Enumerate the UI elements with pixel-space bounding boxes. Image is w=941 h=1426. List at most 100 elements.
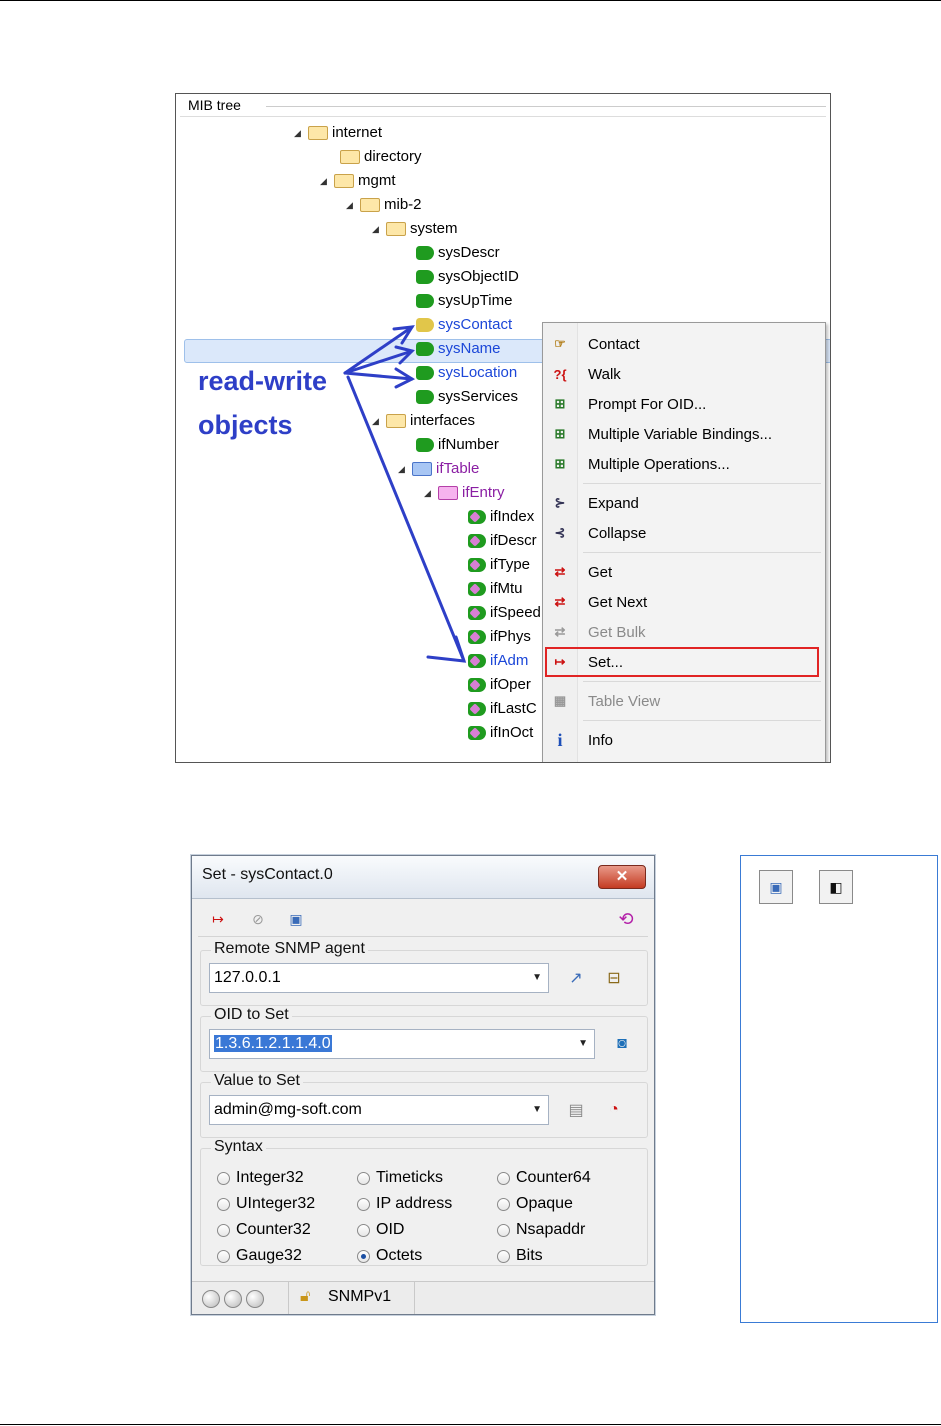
radio-button[interactable] xyxy=(357,1171,370,1185)
menu-item-label: Get Next xyxy=(588,593,648,611)
status-bar: 🔓︎ SNMPv1 xyxy=(192,1281,654,1314)
menu-separator xyxy=(583,681,821,682)
group-label: Remote SNMP agent xyxy=(211,940,368,958)
remote-agent-combo[interactable]: 127.0.0.1 ▼ xyxy=(209,963,549,993)
properties-button-icon[interactable]: ▣ xyxy=(759,870,793,904)
radio-button[interactable] xyxy=(497,1223,510,1237)
remote-agent-group: Remote SNMP agent 127.0.0.1 ▼ ↗ ⊟ xyxy=(200,940,648,1006)
menu-item-get[interactable]: ⇄ Get xyxy=(543,559,825,585)
syntax-ip-address[interactable]: IP address xyxy=(357,1195,452,1213)
options-button-icon[interactable]: ◧ xyxy=(819,870,853,904)
syntax-octets[interactable]: Octets xyxy=(357,1247,422,1265)
menu-item-walk[interactable]: ?{Walk xyxy=(543,361,825,387)
radio-button[interactable] xyxy=(357,1197,370,1211)
radio-button-selected[interactable] xyxy=(357,1249,370,1263)
combo-value: 1.3.6.1.2.1.1.4.0 xyxy=(214,1035,332,1052)
walk-icon: ?{ xyxy=(553,366,567,382)
syntax-integer32[interactable]: Integer32 xyxy=(217,1169,304,1187)
syntax-counter32[interactable]: Counter32 xyxy=(217,1221,311,1239)
get-next-icon: ⇄ xyxy=(554,594,566,609)
radio-button[interactable] xyxy=(217,1171,230,1185)
status-divider xyxy=(288,1282,289,1314)
menu-item-label: Prompt For OID... xyxy=(588,395,707,413)
menu-item-contact[interactable]: ☞ Contact xyxy=(543,331,825,357)
collapse-icon: ⊰ xyxy=(554,525,566,540)
menu-item-multi-ops[interactable]: ⊞ Multiple Operations... xyxy=(543,451,825,477)
value-group: Value to Set admin@mg-soft.com ▼ ▤ ◔ xyxy=(200,1072,648,1138)
radio-button[interactable] xyxy=(217,1223,230,1237)
agent-properties-icon[interactable]: ↗ xyxy=(563,965,589,991)
menu-item-table-view[interactable]: ▦ Table View xyxy=(543,688,825,714)
radio-label: Counter64 xyxy=(516,1169,591,1186)
menu-item-info[interactable]: i Info xyxy=(543,727,825,753)
contact-icon: ☞ xyxy=(554,336,566,351)
menu-item-expand[interactable]: ⊱ Expand xyxy=(543,490,825,516)
syntax-bits[interactable]: Bits xyxy=(497,1247,543,1265)
menu-item-label: Contact xyxy=(588,335,640,353)
radio-label: Gauge32 xyxy=(236,1247,302,1264)
bottom-rule xyxy=(0,1424,941,1425)
properties-icon[interactable]: ▣ xyxy=(284,908,308,930)
menu-item-label: Get xyxy=(588,563,613,581)
radio-label: Timeticks xyxy=(376,1169,443,1186)
menu-item-label: Get Bulk xyxy=(588,623,646,641)
chevron-down-icon[interactable]: ▼ xyxy=(578,1030,588,1058)
menu-item-collapse[interactable]: ⊰ Collapse xyxy=(543,520,825,546)
syntax-opaque[interactable]: Opaque xyxy=(497,1195,573,1213)
radio-button[interactable] xyxy=(357,1223,370,1237)
menu-item-prompt-oid[interactable]: ⊞ Prompt For OID... xyxy=(543,391,825,417)
chevron-down-icon[interactable]: ▼ xyxy=(532,1096,542,1124)
set-dialog: Set - sysContact.0 ✕ ↦ ⊘ ▣ ⟲ Remote SNMP… xyxy=(191,855,655,1315)
menu-item-get-next[interactable]: ⇄ Get Next xyxy=(543,589,825,615)
status-divider xyxy=(414,1282,415,1314)
menu-separator xyxy=(583,483,821,484)
menu-item-label: Info xyxy=(588,731,614,749)
syntax-uinteger32[interactable]: UInteger32 xyxy=(217,1195,315,1213)
snmp-version: SNMPv1 xyxy=(328,1288,392,1305)
get-icon: ⇄ xyxy=(554,564,566,579)
oid-group: OID to Set 1.3.6.1.2.1.1.4.0 ▼ ◙ xyxy=(200,1006,648,1072)
syntax-timeticks[interactable]: Timeticks xyxy=(357,1169,443,1187)
agent-tree-icon[interactable]: ⊟ xyxy=(601,965,627,991)
get-bulk-icon: ⇄ xyxy=(554,624,566,639)
oid-picker-icon[interactable]: ◙ xyxy=(609,1031,635,1057)
back-icon[interactable]: ⟲ xyxy=(614,908,638,930)
multi-varbind-icon: ⊞ xyxy=(554,426,566,441)
arrowhead xyxy=(392,325,415,345)
radio-label: IP address xyxy=(376,1195,453,1212)
radio-button[interactable] xyxy=(497,1171,510,1185)
syntax-oid[interactable]: OID xyxy=(357,1221,404,1239)
context-menu: ☞ Contact ?{Walk ⊞ Prompt For OID... ⊞ Mult… xyxy=(542,322,826,762)
value-editor-icon[interactable]: ▤ xyxy=(563,1097,589,1123)
menu-item-multi-varbind[interactable]: ⊞ Multiple Variable Bindings... xyxy=(543,421,825,447)
set-icon[interactable]: ↦ xyxy=(206,908,230,930)
syntax-gauge32[interactable]: Gauge32 xyxy=(217,1247,302,1265)
chevron-down-icon[interactable]: ▼ xyxy=(532,964,542,992)
menu-item-get-bulk[interactable]: ⇄ Get Bulk xyxy=(543,619,825,645)
radio-button[interactable] xyxy=(217,1197,230,1211)
radio-button[interactable] xyxy=(497,1197,510,1211)
combo-value: 127.0.0.1 xyxy=(214,969,281,986)
close-button[interactable]: ✕ xyxy=(598,865,646,889)
oid-combo[interactable]: 1.3.6.1.2.1.1.4.0 ▼ xyxy=(209,1029,595,1059)
syntax-counter64[interactable]: Counter64 xyxy=(497,1169,591,1187)
set-highlight-box xyxy=(545,647,819,677)
syntax-nsapaddr[interactable]: Nsapaddr xyxy=(497,1221,585,1239)
radio-button[interactable] xyxy=(217,1249,230,1263)
dialog-toolbar: ↦ ⊘ ▣ ⟲ xyxy=(198,904,648,937)
expand-icon: ⊱ xyxy=(554,495,566,510)
info-icon: i xyxy=(557,729,563,750)
menu-item-label: Expand xyxy=(588,494,639,512)
radio-button[interactable] xyxy=(497,1249,510,1263)
menu-item-label: Collapse xyxy=(588,524,647,542)
radio-label: UInteger32 xyxy=(236,1195,316,1212)
menu-item-label: Table View xyxy=(588,692,661,710)
stop-icon[interactable]: ⊘ xyxy=(246,908,270,930)
radio-label: OID xyxy=(376,1221,405,1238)
radio-label: Counter32 xyxy=(236,1221,311,1238)
value-reset-icon[interactable]: ◔ xyxy=(601,1097,627,1123)
value-combo[interactable]: admin@mg-soft.com ▼ xyxy=(209,1095,549,1125)
menu-separator xyxy=(583,552,821,553)
radio-label: Bits xyxy=(516,1247,543,1264)
mib-tree-panel: MIB tree ◢ internet directory ◢ mgmt ◢ mib-… xyxy=(175,93,831,763)
